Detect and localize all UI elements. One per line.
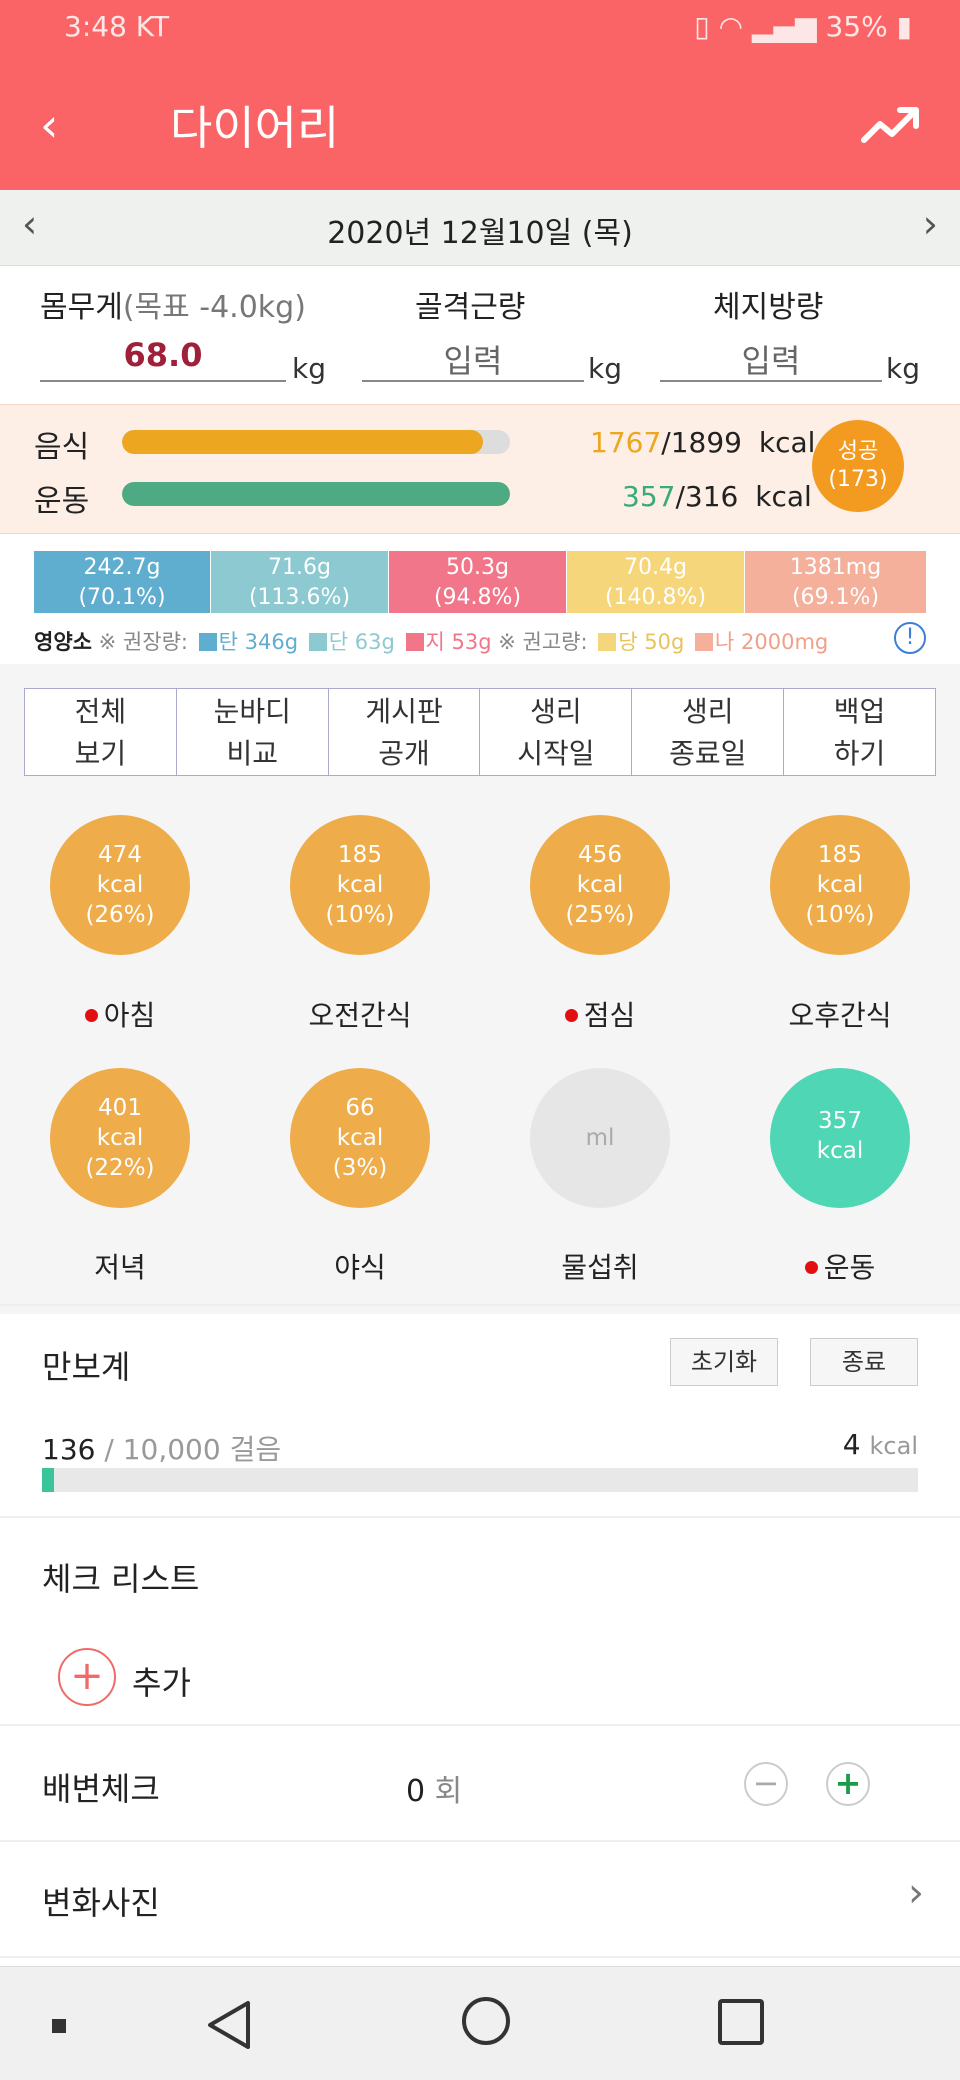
vibrate-icon: ▯ bbox=[694, 10, 710, 43]
pedometer-title: 만보계 bbox=[42, 1348, 131, 1386]
step-progress-fill bbox=[42, 1468, 54, 1492]
stop-button[interactable]: 종료 bbox=[810, 1338, 918, 1386]
checklist-title: 체크 리스트 bbox=[42, 1560, 200, 1598]
afternoon-snack-circle[interactable]: 185 kcal (10%) bbox=[770, 815, 910, 955]
lunch-circle[interactable]: 456 kcal (25%) bbox=[530, 815, 670, 955]
trend-icon[interactable] bbox=[860, 100, 920, 150]
battery-level: 35% bbox=[825, 10, 888, 43]
lunch-label: 점심 bbox=[480, 994, 720, 1034]
tab-period-end[interactable]: 생리 종료일 bbox=[632, 689, 785, 775]
exercise-label: 운동 bbox=[34, 484, 90, 519]
divider bbox=[0, 1724, 960, 1726]
nutrient-sugar: 70.4g (140.8%) bbox=[567, 551, 744, 613]
weight-label: 몸무게(목표 -4.0kg) bbox=[40, 290, 306, 325]
breakfast-label: 아침 bbox=[0, 994, 240, 1034]
food-label: 음식 bbox=[34, 430, 90, 465]
battery-icon: ▮ bbox=[896, 10, 912, 43]
signal-icon: ▂▄▆ bbox=[751, 10, 817, 43]
dinner-label: 저녁 bbox=[94, 1251, 146, 1284]
weight-field[interactable]: 68.0 bbox=[40, 336, 286, 382]
nutrient-protein: 71.6g (113.6%) bbox=[211, 551, 388, 613]
date-bar: ‹ 2020년 12월10일 (목) › bbox=[0, 190, 960, 266]
exercise-meal-label: 운동 bbox=[720, 1246, 960, 1286]
morning-snack-label: 오전간식 bbox=[308, 999, 412, 1032]
step-count: 136 / 10,000 걸음 bbox=[42, 1433, 282, 1466]
nutrient-fat: 50.3g (94.8%) bbox=[389, 551, 566, 613]
water-circle[interactable]: ml bbox=[530, 1068, 670, 1208]
success-badge[interactable]: 성공 (173) bbox=[812, 420, 904, 512]
divider bbox=[0, 1304, 960, 1306]
divider bbox=[0, 1840, 960, 1842]
late-snack-circle[interactable]: 66 kcal (3%) bbox=[290, 1068, 430, 1208]
exercise-progress-bar bbox=[122, 482, 510, 506]
nutrient-legend: 영양소 ※ 권장량: 탄 346g 단 63g 지 53g ※ 권고량: 당 5… bbox=[34, 630, 829, 654]
home-icon[interactable] bbox=[462, 1997, 510, 2045]
food-progress-bar bbox=[122, 430, 510, 454]
food-calories: 1767/1899 kcal bbox=[590, 426, 816, 459]
exercise-progress-fill bbox=[122, 482, 510, 506]
breakfast-circle[interactable]: 474 kcal (26%) bbox=[50, 815, 190, 955]
menu-dot-icon[interactable] bbox=[52, 2019, 66, 2033]
exercise-calories: 357/316 kcal bbox=[622, 480, 812, 513]
alert-dot bbox=[84, 1009, 98, 1022]
reset-button[interactable]: 초기화 bbox=[670, 1338, 778, 1386]
plus-icon[interactable]: + bbox=[826, 1762, 870, 1806]
chevron-right-icon[interactable]: › bbox=[908, 1870, 924, 1916]
add-icon[interactable]: + bbox=[58, 1648, 116, 1706]
date-label[interactable]: 2020년 12월10일 (목) bbox=[0, 208, 960, 252]
muscle-unit: kg bbox=[588, 352, 622, 385]
bowel-title: 배변체크 bbox=[42, 1770, 160, 1808]
muscle-field[interactable]: 입력 bbox=[362, 336, 584, 382]
dinner-circle[interactable]: 401 kcal (22%) bbox=[50, 1068, 190, 1208]
nutrient-carb: 242.7g (70.1%) bbox=[34, 551, 210, 613]
system-nav-bar bbox=[0, 1966, 960, 2080]
tab-backup[interactable]: 백업 하기 bbox=[784, 689, 935, 775]
muscle-label: 골격근량 bbox=[415, 290, 526, 325]
alert-dot bbox=[564, 1009, 578, 1022]
add-checklist-button[interactable]: 추가 bbox=[132, 1658, 191, 1704]
back-icon[interactable]: ‹ bbox=[40, 95, 90, 155]
divider bbox=[0, 1956, 960, 1958]
info-icon[interactable]: ! bbox=[894, 622, 926, 654]
late-snack-label: 야식 bbox=[334, 1251, 386, 1284]
alert-dot bbox=[804, 1261, 818, 1274]
weight-goal: (목표 -4.0kg) bbox=[122, 290, 306, 325]
nav-back-icon[interactable] bbox=[204, 1997, 254, 2053]
fat-field[interactable]: 입력 bbox=[660, 336, 882, 382]
exercise-circle[interactable]: 357 kcal bbox=[770, 1068, 910, 1208]
minus-icon[interactable]: − bbox=[744, 1762, 788, 1806]
step-kcal: 4 kcal bbox=[842, 1428, 918, 1461]
page-title: 다이어리 bbox=[170, 101, 340, 155]
step-progress-bar bbox=[42, 1468, 918, 1492]
recent-apps-icon[interactable] bbox=[718, 1999, 764, 2045]
tab-body-compare[interactable]: 눈바디 비교 bbox=[177, 689, 329, 775]
weight-unit: kg bbox=[292, 352, 326, 385]
tab-strip: 전체 보기 눈바디 비교 게시판 공개 생리 시작일 생리 종료일 백업 하기 bbox=[24, 688, 936, 776]
tab-period-start[interactable]: 생리 시작일 bbox=[480, 689, 633, 775]
divider bbox=[0, 1516, 960, 1518]
tab-view-all[interactable]: 전체 보기 bbox=[25, 689, 177, 775]
status-time: 3:48 KT bbox=[64, 10, 170, 43]
afternoon-snack-label: 오후간식 bbox=[788, 999, 892, 1032]
wifi-icon: ◠ bbox=[718, 10, 744, 43]
next-date-icon[interactable]: › bbox=[923, 202, 938, 246]
bowel-count: 0 회 bbox=[406, 1774, 463, 1809]
nutrient-sodium: 1381mg (69.1%) bbox=[745, 551, 926, 613]
water-label: 물섭취 bbox=[561, 1251, 639, 1284]
fat-label: 체지방량 bbox=[713, 290, 824, 325]
fat-unit: kg bbox=[886, 352, 920, 385]
morning-snack-circle[interactable]: 185 kcal (10%) bbox=[290, 815, 430, 955]
tab-board-public[interactable]: 게시판 공개 bbox=[329, 689, 481, 775]
status-icons: ▯ ◠ ▂▄▆ 35% ▮ bbox=[694, 10, 912, 43]
photos-title[interactable]: 변화사진 bbox=[42, 1878, 160, 1924]
food-progress-fill bbox=[122, 430, 483, 454]
